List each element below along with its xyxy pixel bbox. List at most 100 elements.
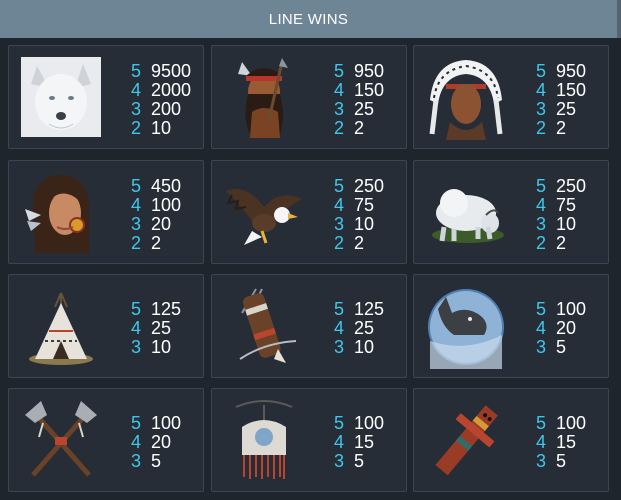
match-count: 4 [334, 195, 345, 215]
symbol-card: 5 100 4 20 3 5 [8, 388, 204, 492]
symbol-card: 5 100 4 15 3 5 [211, 388, 407, 492]
payout-row: 3 25 [536, 100, 586, 119]
payout-value: 25 [151, 318, 172, 338]
payout-value: 5 [556, 451, 567, 471]
payout-value: 125 [151, 299, 182, 319]
match-count: 3 [536, 451, 547, 471]
payout-value: 10 [354, 337, 375, 357]
symbol-card: 5 950 4 150 3 25 2 2 [211, 45, 407, 149]
match-count: 5 [536, 61, 547, 81]
payout-list: 5 100 4 15 3 5 [536, 414, 586, 471]
payout-value: 25 [354, 318, 375, 338]
match-count: 5 [536, 413, 547, 433]
payout-row: 22 [334, 119, 384, 138]
payout-value: 25 [556, 99, 577, 119]
payout-value: 2000 [151, 80, 192, 100]
payout-list: 5 950 4 150 3 25 2 2 [334, 62, 384, 138]
payout-value: 950 [354, 61, 385, 81]
symbol-card: 5 125 4 25 3 10 [211, 274, 407, 378]
symbol-card: 5 950 4 150 3 25 2 2 [413, 45, 609, 149]
match-count: 5 [131, 413, 142, 433]
payout-row: 5 100 [536, 300, 586, 319]
payout-row: 5 9500 [131, 62, 191, 81]
payout-row: 4 25 [131, 319, 181, 338]
payout-list: 5 125 4 25 3 10 [131, 300, 181, 357]
eagle-icon [222, 169, 306, 255]
match-count: 4 [536, 195, 547, 215]
payout-row: 4 25 [334, 319, 384, 338]
chief-headdress-icon [424, 54, 508, 140]
payout-row: 4 75 [334, 196, 384, 215]
payout-value: 10 [354, 214, 375, 234]
match-count: 3 [131, 451, 142, 471]
payout-value: 25 [354, 99, 375, 119]
match-count: 3 [334, 214, 345, 234]
payout-row: 4 20 [131, 433, 181, 452]
payout-row: 5 250 [536, 177, 586, 196]
dreamcatcher-pouch-icon [222, 397, 306, 483]
payout-row: 4 150 [334, 81, 384, 100]
payout-row: 5 950 [536, 62, 586, 81]
native-warrior-icon [222, 54, 306, 140]
payout-row: 5 950 [334, 62, 384, 81]
payout-row: 35 [131, 452, 181, 471]
payout-row: 4 2000 [131, 81, 191, 100]
match-count: 5 [334, 61, 345, 81]
payout-row: 3 10 [334, 338, 384, 357]
match-count: 2 [536, 118, 547, 138]
payout-row: 5 100 [334, 414, 384, 433]
payout-row: 2 10 [131, 119, 191, 138]
match-count: 3 [536, 214, 547, 234]
payout-value: 5 [556, 337, 567, 357]
payout-value: 20 [556, 318, 577, 338]
match-count: 3 [334, 99, 345, 119]
payout-value: 100 [151, 195, 182, 215]
match-count: 3 [536, 99, 547, 119]
payout-list: 5 950 4 150 3 25 2 2 [536, 62, 586, 138]
match-count: 4 [131, 432, 142, 452]
payout-row: 3 200 [131, 100, 191, 119]
symbol-card: 5 100 4 15 3 5 [413, 388, 609, 492]
match-count: 4 [334, 318, 345, 338]
payout-value: 5 [151, 451, 162, 471]
match-count: 3 [131, 214, 142, 234]
symbol-card: 5 450 4 100 3 20 2 2 [8, 160, 204, 264]
symbol-card: 5 250 4 75 3 10 2 2 [413, 160, 609, 264]
match-count: 3 [536, 337, 547, 357]
payout-list: 5 100 4 20 3 5 [131, 414, 181, 471]
payout-list: 5 450 4 100 3 20 2 2 [131, 177, 181, 253]
payout-row: 5 100 [131, 414, 181, 433]
match-count: 4 [131, 80, 142, 100]
payout-value: 20 [151, 432, 172, 452]
payout-value: 950 [556, 61, 587, 81]
totem-icon [424, 397, 508, 483]
payout-row: 5 125 [334, 300, 384, 319]
match-count: 4 [334, 432, 345, 452]
payout-row: 4 15 [334, 433, 384, 452]
payout-list: 5 125 4 25 3 10 [334, 300, 384, 357]
payout-value: 75 [354, 195, 375, 215]
payout-row: 3 20 [131, 215, 181, 234]
white-wolf-icon [19, 54, 103, 140]
crossed-tomahawks-icon [19, 397, 103, 483]
payout-row: 3 10 [536, 215, 586, 234]
payout-value: 2 [151, 233, 162, 253]
match-count: 4 [334, 80, 345, 100]
payout-value: 100 [151, 413, 182, 433]
match-count: 2 [131, 233, 142, 253]
payout-row: 35 [334, 452, 384, 471]
payout-value: 5 [354, 451, 365, 471]
teepee-icon [19, 283, 103, 369]
payout-value: 10 [151, 337, 172, 357]
payout-row: 5 125 [131, 300, 181, 319]
payout-list: 5 9500 4 2000 3 200 2 10 [131, 62, 191, 138]
payout-row: 35 [536, 452, 586, 471]
payout-row: 4 75 [536, 196, 586, 215]
payout-list: 5 250 4 75 3 10 2 2 [334, 177, 384, 253]
payout-value: 250 [354, 176, 385, 196]
payout-row: 35 [536, 338, 586, 357]
match-count: 2 [334, 233, 345, 253]
payout-value: 2 [556, 118, 567, 138]
match-count: 5 [334, 413, 345, 433]
payout-value: 100 [556, 413, 587, 433]
